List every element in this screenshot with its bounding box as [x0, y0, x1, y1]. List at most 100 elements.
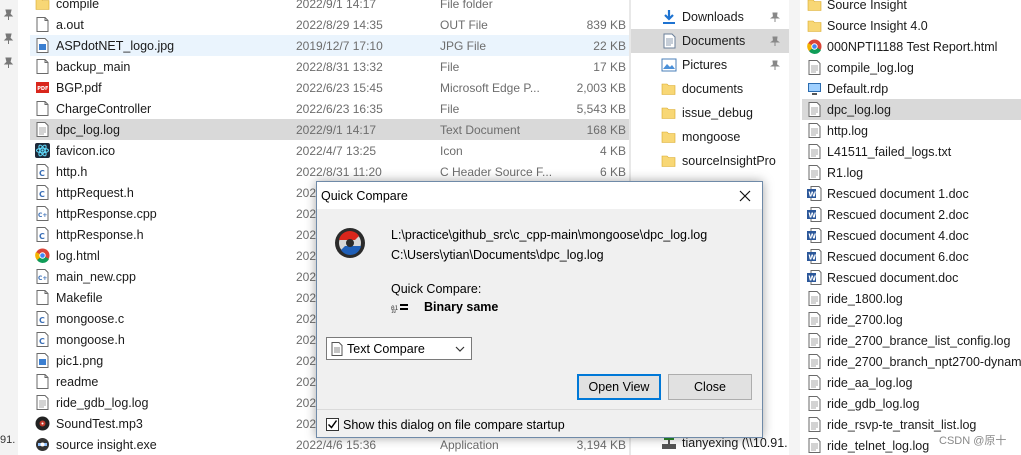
close-icon[interactable] [733, 186, 757, 206]
file-row[interactable]: Source Insight [802, 0, 1021, 15]
file-row[interactable]: ride_2700_brance_list_config.log [802, 330, 1021, 351]
file-row[interactable]: R1.log [802, 162, 1021, 183]
svg-text:W: W [808, 233, 816, 241]
svg-text:PDF: PDF [37, 86, 48, 92]
file-name: ride_telnet_log.log [827, 439, 930, 453]
nav-item-issue-debug[interactable]: issue_debug [631, 101, 789, 125]
file-row[interactable]: compile_log.log [802, 57, 1021, 78]
exe-file-icon [36, 438, 49, 451]
file-row[interactable]: W Rescued document 6.doc [802, 246, 1021, 267]
file-row[interactable]: W Rescued document.doc [802, 267, 1021, 288]
file-name: pic1.png [56, 354, 104, 368]
file-name: BGP.pdf [56, 81, 102, 95]
file-size: 2,003 KB [576, 81, 626, 95]
file-name: Rescued document 6.doc [827, 250, 969, 264]
chrome-icon [807, 39, 822, 54]
file-row[interactable]: dpc_log.log [802, 99, 1021, 120]
word-file-icon: W [807, 228, 822, 243]
dialog-titlebar[interactable]: Quick Compare [317, 182, 762, 209]
file-type: Application [440, 438, 499, 452]
nav-item-label: Documents [682, 34, 746, 48]
file-date: 2022/8/29 14:35 [296, 18, 383, 32]
show-dialog-checkbox[interactable] [326, 418, 339, 431]
file-name: L41511_failed_logs.txt [827, 145, 952, 159]
file-row[interactable]: L41511_failed_logs.txt [802, 141, 1021, 162]
file-icon [36, 59, 49, 74]
nav-item-sourceinsightpro[interactable]: sourceInsightPro [631, 149, 789, 173]
file-row[interactable]: ride_2700_branch_npt2700-dynamic_ [802, 351, 1021, 372]
checkmark-icon [327, 420, 338, 429]
file-row[interactable]: Source Insight 4.0 [802, 15, 1021, 36]
file-row[interactable]: Chttp.h 2022/8/31 11:20 C Header Source F.… [30, 161, 630, 182]
file-row[interactable]: W Rescued document 1.doc [802, 183, 1021, 204]
text-file-icon [36, 395, 49, 410]
folder-icon [661, 83, 676, 95]
file-row[interactable]: ride_1800.log [802, 288, 1021, 309]
nav-item-mongoose[interactable]: mongoose [631, 125, 789, 149]
txt-file-icon [808, 144, 821, 159]
pin-icon[interactable] [770, 60, 780, 70]
file-name: a.out [56, 18, 84, 32]
svg-text:W: W [808, 254, 816, 262]
file-row[interactable]: W Rescued document 4.doc [802, 225, 1021, 246]
svg-text:C: C [39, 232, 45, 241]
file-name: ChargeController [56, 102, 152, 116]
file-row[interactable]: 000NPTI1188 Test Report.html [802, 36, 1021, 57]
pdf-file-icon: PDF [36, 82, 49, 93]
nav-item-downloads[interactable]: Downloads [631, 5, 789, 29]
pictures-icon [661, 58, 677, 72]
file-name: Source Insight 4.0 [827, 19, 928, 33]
text-file-icon [808, 354, 821, 369]
svg-text:W: W [808, 191, 816, 199]
nav-item-pictures[interactable]: Pictures [631, 53, 789, 77]
file-icon [36, 101, 49, 116]
file-date: 2019/12/7 17:10 [296, 39, 383, 53]
file-row[interactable]: ride_gdb_log.log [802, 393, 1021, 414]
text-file-icon [808, 438, 821, 453]
pin-icon[interactable] [3, 33, 14, 44]
file-name: Rescued document 2.doc [827, 208, 969, 222]
binary-equal-icon: 01 10 [391, 304, 408, 313]
nav-item-documents[interactable]: documents [631, 77, 789, 101]
file-name: ride_2700_branch_npt2700-dynamic_ [827, 355, 1021, 369]
dialog-title: Quick Compare [321, 189, 408, 203]
file-name: dpc_log.log [827, 103, 891, 117]
file-row[interactable]: PDF BGP.pdf 2022/6/23 15:45 Microsoft Edge … [30, 77, 630, 98]
file-row[interactable]: ASPdotNET_logo.jpg 2019/12/7 17:10 JPG Fil… [30, 35, 630, 56]
file-size: 839 KB [586, 18, 626, 32]
pin-icon[interactable] [770, 36, 780, 46]
file-row[interactable]: compile 2022/9/1 14:17 File folder [30, 0, 630, 14]
pin-icon[interactable] [770, 12, 780, 22]
file-name: httpResponse.cpp [56, 207, 157, 221]
nav-item-label: issue_debug [682, 106, 753, 120]
file-row[interactable]: dpc_log.log 2022/9/1 14:17 Text Document 16… [30, 119, 630, 140]
nav-item-label: Downloads [682, 10, 744, 24]
pane-divider[interactable] [789, 0, 800, 455]
file-row[interactable]: ChargeController 2022/6/23 16:35 File 5,543… [30, 98, 630, 119]
file-row[interactable]: favicon.ico 2022/4/7 13:25 Icon 4 KB [30, 140, 630, 161]
pin-icon[interactable] [3, 9, 14, 20]
file-row[interactable]: Default.rdp [802, 78, 1021, 99]
image-file-icon [36, 353, 49, 368]
svg-text:C: C [39, 190, 45, 199]
file-name: http.log [827, 124, 869, 138]
file-date: 2022/8/31 13:32 [296, 60, 383, 74]
file-row[interactable]: backup_main 2022/8/31 13:32 File 17 KB [30, 56, 630, 77]
file-list-right: Source Insight Source Insight 4.0 000NPTI1… [800, 0, 1021, 455]
file-row[interactable]: ride_2700.log [802, 309, 1021, 330]
c-header-file-icon: C [36, 185, 49, 200]
pin-icon[interactable] [3, 57, 14, 68]
open-view-button[interactable]: Open View [577, 374, 661, 400]
file-row[interactable]: W Rescued document 2.doc [802, 204, 1021, 225]
file-row[interactable]: ride_aa_log.log [802, 372, 1021, 393]
folder-icon [661, 131, 676, 143]
file-name: httpRequest.h [56, 186, 134, 200]
file-type: Icon [440, 144, 463, 158]
file-date: 2022/4/7 13:25 [296, 144, 377, 158]
text-file-icon [808, 165, 821, 180]
nav-item-documents[interactable]: Documents [631, 29, 789, 53]
file-row[interactable]: http.log [802, 120, 1021, 141]
compare-type-select[interactable]: Text Compare [326, 337, 472, 360]
close-button[interactable]: Close [668, 374, 752, 400]
file-row[interactable]: a.out 2022/8/29 14:35 OUT File 839 KB [30, 14, 630, 35]
